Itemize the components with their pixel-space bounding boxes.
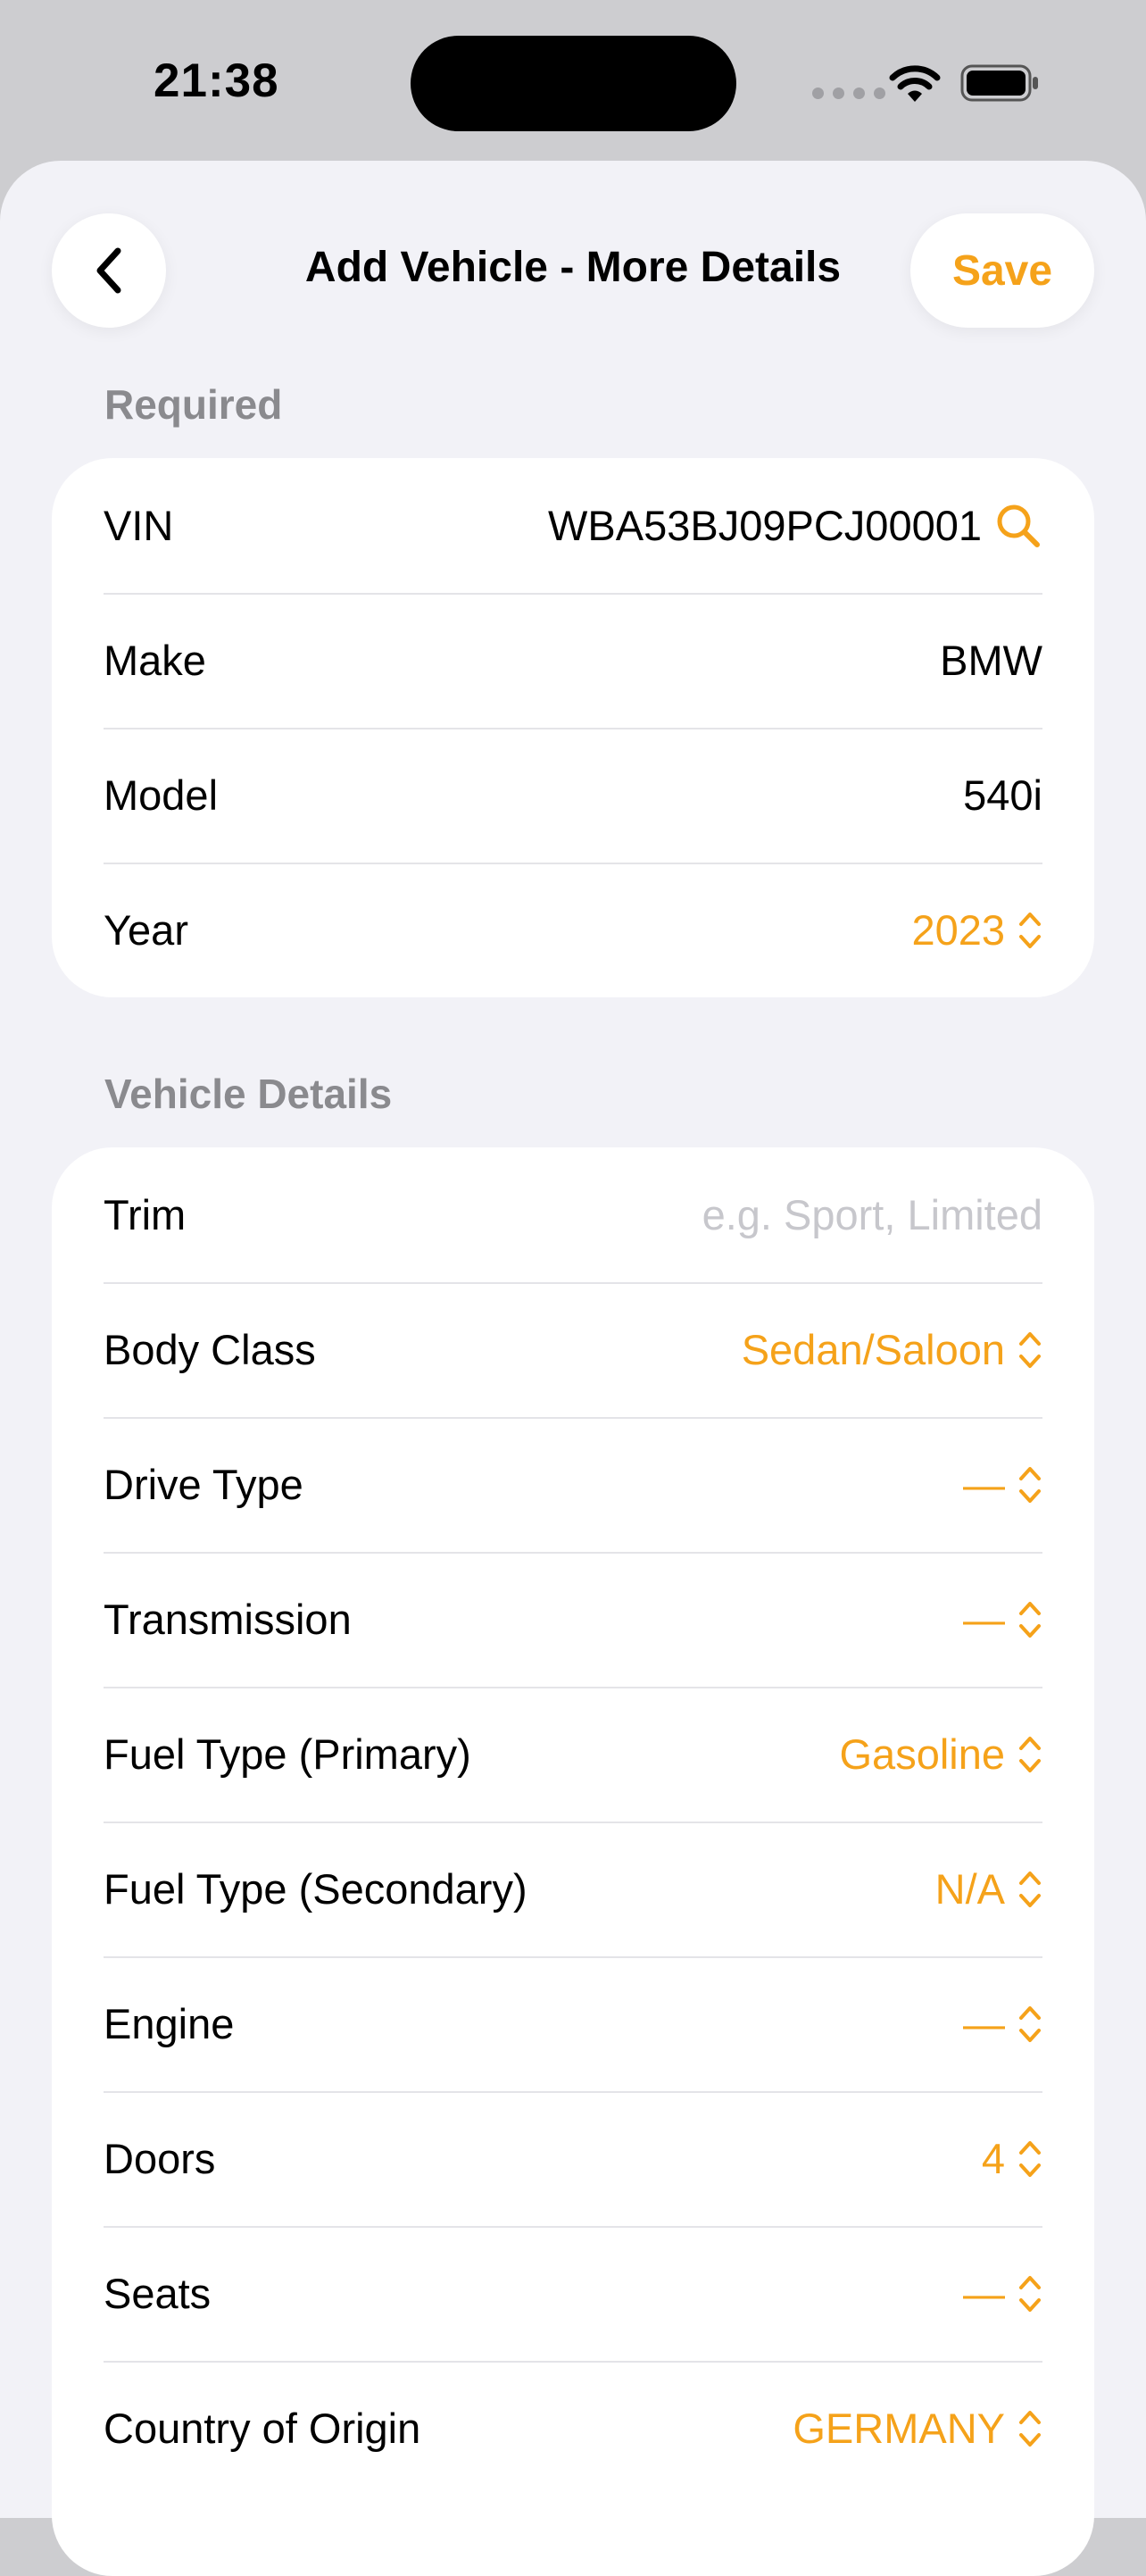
transmission-value: — <box>963 1596 1005 1643</box>
transmission-row[interactable]: Transmission — <box>52 1552 1094 1687</box>
transmission-label: Transmission <box>104 1596 352 1643</box>
seats-picker[interactable]: — <box>963 2269 1042 2318</box>
drive-type-label: Drive Type <box>104 1461 303 1508</box>
save-button[interactable]: Save <box>910 213 1094 328</box>
vin-row[interactable]: VIN WBA53BJ09PCJ00001 <box>52 458 1094 593</box>
status-time: 21:38 <box>154 54 279 107</box>
modal-sheet: Add Vehicle - More Details Save Required… <box>0 161 1146 2576</box>
navigation-bar: Add Vehicle - More Details Save <box>0 161 1146 366</box>
fuel-type-secondary-value: N/A <box>934 1865 1005 1913</box>
doors-value: 4 <box>981 2135 1005 2182</box>
trim-label: Trim <box>104 1191 187 1238</box>
make-value: BMW <box>940 637 1042 684</box>
vin-text: WBA53BJ09PCJ00001 <box>548 502 982 549</box>
model-value: 540i <box>963 771 1042 819</box>
drive-type-picker[interactable]: — <box>963 1460 1042 1509</box>
status-bar: 21:38 <box>0 0 1146 161</box>
seats-label: Seats <box>104 2270 212 2317</box>
section-header-vehicle-details: Vehicle Details <box>104 1071 393 1117</box>
trim-input[interactable]: e.g. Sport, Limited <box>702 1190 1042 1239</box>
model-label: Model <box>104 771 219 819</box>
chevron-up-down-icon <box>1019 2410 1041 2447</box>
fuel-type-primary-label: Fuel Type (Primary) <box>104 1730 471 1778</box>
doors-picker[interactable]: 4 <box>982 2134 1042 2183</box>
chevron-up-down-icon <box>1019 2275 1041 2312</box>
make-row[interactable]: Make BMW <box>52 593 1094 728</box>
fuel-type-secondary-label: Fuel Type (Secondary) <box>104 1865 527 1913</box>
drive-type-value: — <box>963 1461 1005 1508</box>
make-label: Make <box>104 637 206 684</box>
engine-row[interactable]: Engine — <box>52 1956 1094 2091</box>
country-of-origin-row[interactable]: Country of Origin GERMANY <box>52 2361 1094 2496</box>
chevron-up-down-icon <box>1019 1601 1041 1638</box>
chevron-up-down-icon <box>1019 1736 1041 1772</box>
section-header-required: Required <box>104 381 283 428</box>
fuel-type-secondary-row[interactable]: Fuel Type (Secondary) N/A <box>52 1822 1094 1956</box>
dynamic-island <box>411 36 736 131</box>
year-row[interactable]: Year 2023 <box>52 863 1094 997</box>
chevron-up-down-icon <box>1019 912 1041 948</box>
country-of-origin-label: Country of Origin <box>104 2405 421 2452</box>
transmission-picker[interactable]: — <box>963 1595 1042 1644</box>
vehicle-details-card: Trim e.g. Sport, Limited Body Class Seda… <box>52 1147 1094 2576</box>
engine-label: Engine <box>104 2000 235 2047</box>
seats-value: — <box>963 2270 1005 2317</box>
year-value: 2023 <box>911 906 1005 954</box>
doors-label: Doors <box>104 2135 216 2182</box>
body-class-picker[interactable]: Sedan/Saloon <box>742 1325 1042 1374</box>
vin-label: VIN <box>104 502 174 549</box>
wifi-icon <box>889 65 941 102</box>
body-class-label: Body Class <box>104 1326 316 1373</box>
doors-row[interactable]: Doors 4 <box>52 2091 1094 2226</box>
fuel-type-primary-row[interactable]: Fuel Type (Primary) Gasoline <box>52 1687 1094 1822</box>
required-card: VIN WBA53BJ09PCJ00001 Make BMW Model 540… <box>52 458 1094 997</box>
vin-value[interactable]: WBA53BJ09PCJ00001 <box>548 501 1042 550</box>
chevron-up-down-icon <box>1019 2005 1041 2042</box>
trim-row[interactable]: Trim e.g. Sport, Limited <box>52 1147 1094 1282</box>
country-of-origin-value: GERMANY <box>793 2405 1005 2452</box>
chevron-up-down-icon <box>1019 1466 1041 1503</box>
seats-row[interactable]: Seats — <box>52 2226 1094 2361</box>
fuel-type-primary-picker[interactable]: Gasoline <box>840 1730 1043 1779</box>
country-of-origin-picker[interactable]: GERMANY <box>793 2404 1042 2453</box>
search-icon[interactable] <box>994 502 1042 550</box>
year-picker[interactable]: 2023 <box>911 905 1042 955</box>
chevron-up-down-icon <box>1019 2140 1041 2177</box>
chevron-up-down-icon <box>1019 1331 1041 1368</box>
chevron-up-down-icon <box>1019 1871 1041 1907</box>
model-row[interactable]: Model 540i <box>52 728 1094 863</box>
battery-icon <box>960 64 1038 102</box>
drive-type-row[interactable]: Drive Type — <box>52 1417 1094 1552</box>
fuel-type-primary-value: Gasoline <box>839 1730 1006 1778</box>
engine-value: — <box>963 2000 1005 2047</box>
body-class-value: Sedan/Saloon <box>741 1326 1005 1373</box>
year-label: Year <box>104 906 188 954</box>
body-class-row[interactable]: Body Class Sedan/Saloon <box>52 1282 1094 1417</box>
engine-picker[interactable]: — <box>963 1999 1042 2048</box>
fuel-type-secondary-picker[interactable]: N/A <box>935 1864 1042 1913</box>
cellular-signal-icon <box>812 88 885 99</box>
